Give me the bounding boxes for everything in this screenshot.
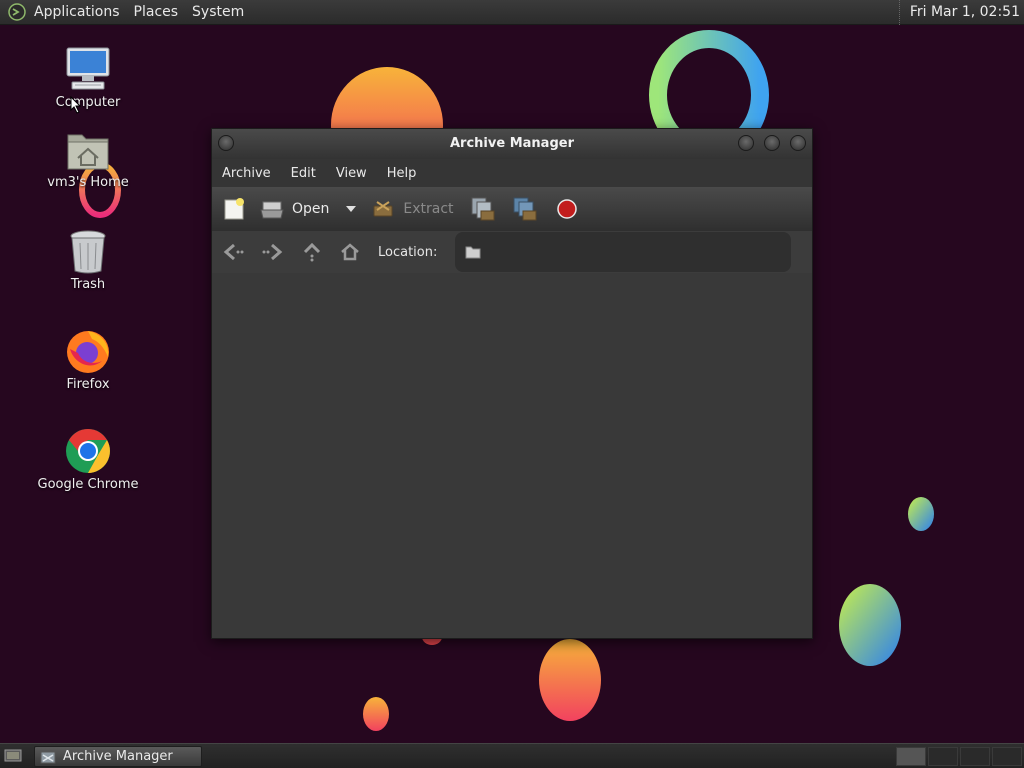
back-button[interactable] [222, 242, 244, 262]
toolbar: Open Extract [212, 187, 812, 231]
bottom-panel: Archive Manager [0, 743, 1024, 768]
folder-icon [465, 246, 481, 259]
trash-icon [70, 230, 106, 274]
menubar: Archive Edit View Help [212, 159, 812, 187]
desktop-icon-label: Computer [55, 95, 121, 110]
location-field[interactable] [455, 232, 792, 272]
location-bar: Location: [212, 231, 812, 273]
archive-manager-window: Archive Manager Archive Edit View Help O… [211, 128, 813, 639]
clock[interactable]: Fri Mar 1, 02:51 [898, 0, 1020, 25]
archive-content-area[interactable] [212, 273, 812, 638]
window-title: Archive Manager [450, 136, 574, 151]
maximize-button[interactable] [764, 135, 780, 151]
up-button[interactable] [302, 241, 322, 263]
new-archive-button[interactable] [222, 197, 246, 221]
workspace-4[interactable] [992, 747, 1022, 766]
menu-edit[interactable]: Edit [291, 166, 316, 181]
up-arrow-icon [303, 242, 321, 262]
archive-manager-icon [40, 751, 56, 763]
mate-menu-icon[interactable] [8, 3, 26, 21]
back-arrow-icon [223, 243, 244, 261]
stop-icon [556, 199, 577, 219]
taskbar-task-label: Archive Manager [63, 749, 173, 764]
location-label: Location: [378, 244, 438, 260]
chevron-down-icon [346, 206, 357, 212]
home-folder-icon [67, 134, 109, 170]
add-folder-button[interactable] [512, 196, 538, 222]
open-button[interactable]: Open [260, 198, 329, 220]
minimize-button[interactable] [738, 135, 754, 151]
forward-button[interactable] [262, 242, 284, 262]
add-files-button[interactable] [470, 196, 496, 222]
workspace-3[interactable] [960, 747, 990, 766]
firefox-icon [67, 331, 109, 373]
menu-view[interactable]: View [336, 166, 367, 181]
extract-button[interactable]: Extract [371, 198, 454, 220]
desktop-icon-computer[interactable]: Computer [28, 45, 148, 110]
open-button-label: Open [292, 201, 330, 217]
workspace-1[interactable] [896, 747, 926, 766]
top-panel: Applications Places System Fri Mar 1, 02… [0, 0, 1024, 25]
desktop-icon-trash[interactable]: Trash [28, 229, 148, 292]
menu-archive[interactable]: Archive [222, 166, 271, 181]
add-files-icon [471, 197, 495, 221]
desktop-icon-label: Google Chrome [37, 477, 139, 492]
menu-help[interactable]: Help [387, 166, 417, 181]
home-icon [341, 243, 359, 261]
extract-icon [373, 201, 393, 217]
desktop-icon-firefox[interactable]: Firefox [28, 327, 148, 392]
desktop-icon-home[interactable]: vm3's Home [28, 127, 148, 190]
stop-button[interactable] [556, 198, 578, 220]
extract-button-label: Extract [403, 201, 454, 217]
places-menu[interactable]: Places [134, 4, 179, 20]
system-menu[interactable]: System [192, 4, 244, 20]
window-titlebar[interactable]: Archive Manager [212, 129, 812, 159]
desktop-icon-label: Trash [70, 277, 106, 292]
close-button[interactable] [790, 135, 806, 151]
add-folder-icon [513, 197, 537, 221]
computer-icon [66, 47, 110, 90]
home-button[interactable] [340, 242, 360, 262]
desktop-icon-label: Firefox [66, 377, 110, 392]
open-archive-icon [260, 201, 284, 219]
mouse-pointer-icon [70, 96, 82, 114]
open-recent-dropdown[interactable] [345, 204, 357, 214]
window-menu-button[interactable] [218, 135, 234, 151]
forward-arrow-icon [262, 243, 283, 261]
new-document-icon [224, 198, 244, 220]
show-desktop-icon[interactable] [4, 748, 22, 764]
taskbar-archive-manager[interactable]: Archive Manager [34, 746, 202, 767]
desktop-icon-label: vm3's Home [47, 175, 129, 190]
desktop-icon-chrome[interactable]: Google Chrome [28, 427, 148, 492]
applications-menu[interactable]: Applications [34, 4, 120, 20]
workspace-2[interactable] [928, 747, 958, 766]
chrome-icon [66, 429, 110, 473]
